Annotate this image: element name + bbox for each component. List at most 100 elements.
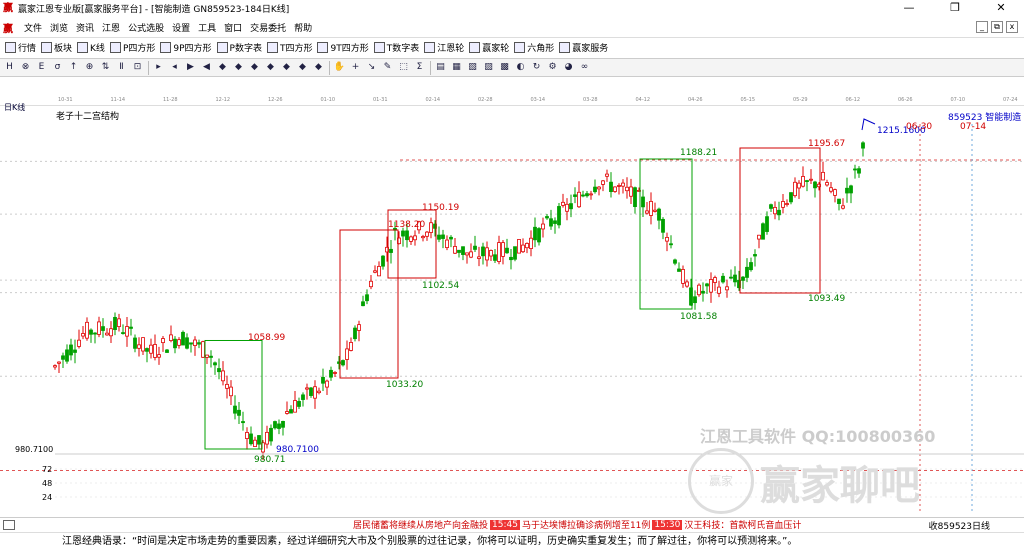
candle-body <box>117 318 121 328</box>
draw-tool-button-22[interactable]: ↘ <box>365 61 378 74</box>
mdi-restore-button[interactable]: ⧉ <box>991 21 1003 33</box>
menu-settings[interactable]: 设置 <box>168 21 194 34</box>
draw-tool-button-4[interactable]: ↑ <box>67 61 80 74</box>
draw-tool-button-18[interactable]: ◆ <box>296 61 309 74</box>
candle-body <box>257 435 261 445</box>
price-annotation: 1102.54 <box>422 281 459 291</box>
price-annotation: 1188.21 <box>680 148 717 158</box>
candle-body <box>145 348 149 352</box>
draw-tool-button-30[interactable]: ▩ <box>498 61 511 74</box>
draw-tool-button-14[interactable]: ◆ <box>232 61 245 74</box>
draw-tool-button-31[interactable]: ◐ <box>514 61 527 74</box>
draw-tool-button-10[interactable]: ◂ <box>168 61 181 74</box>
draw-tool-button-9[interactable]: ▸ <box>152 61 165 74</box>
candle-body <box>533 226 537 241</box>
menu-logo-icon: 赢 <box>3 23 13 35</box>
toolbar-button-label: 9T四方形 <box>330 44 369 54</box>
draw-tool-button-23[interactable]: ✎ <box>381 61 394 74</box>
candle-body <box>89 329 93 335</box>
candle-body <box>557 206 561 226</box>
menu-gann[interactable]: 江恩 <box>98 21 124 34</box>
menu-browse[interactable]: 浏览 <box>46 21 72 34</box>
toolbar-button-12[interactable]: 赢家服务 <box>559 41 608 54</box>
candle-body <box>369 280 373 288</box>
menu-news[interactable]: 资讯 <box>72 21 98 34</box>
date-tick: 02-14 <box>425 97 441 103</box>
toolbar-button-6[interactable]: T四方形 <box>266 41 312 54</box>
news-item-2[interactable]: 马于达埃博拉确诊病例增至11例 <box>522 518 650 531</box>
status-bar: 居民储蓄将继续从房地产向金融投 15:45 马于达埃博拉确诊病例增至11例 15… <box>0 517 1024 532</box>
candle-body <box>861 142 865 149</box>
draw-tool-button-8[interactable]: ⊡ <box>131 61 144 74</box>
candle-body <box>477 256 481 259</box>
draw-tool-button-11[interactable]: ▶ <box>184 61 197 74</box>
toolbar-button-0[interactable]: 行情 <box>5 41 36 54</box>
draw-tool-button-19[interactable]: ◆ <box>312 61 325 74</box>
blocks-icon <box>41 42 53 53</box>
menu-trade[interactable]: 交易委托 <box>246 21 290 34</box>
draw-tool-button-20[interactable]: ✋ <box>333 61 346 74</box>
toolbar-button-4[interactable]: 9P四方形 <box>160 41 212 54</box>
toolbar-button-5[interactable]: P数字表 <box>216 41 262 54</box>
candle-body <box>849 185 853 194</box>
draw-tool-button-24[interactable]: ⬚ <box>397 61 410 74</box>
candle-body <box>381 255 385 267</box>
draw-tool-button-33[interactable]: ⚙ <box>546 61 559 74</box>
menu-help[interactable]: 帮助 <box>290 21 316 34</box>
draw-tool-button-6[interactable]: ⇅ <box>99 61 112 74</box>
candle-body <box>65 349 69 362</box>
draw-tool-button-0[interactable]: H <box>3 61 16 74</box>
draw-tool-button-29[interactable]: ▨ <box>482 61 495 74</box>
draw-tool-button-3[interactable]: σ <box>51 61 64 74</box>
toolbar-button-2[interactable]: K线 <box>77 41 105 54</box>
news-item-1[interactable]: 居民储蓄将继续从房地产向金融投 <box>353 518 488 531</box>
toolbar-button-7[interactable]: 9T四方形 <box>317 41 369 54</box>
draw-tool-button-35[interactable]: ∞ <box>578 61 591 74</box>
mdi-minimize-button[interactable]: _ <box>976 21 988 33</box>
news-item-3[interactable]: 汉王科技：首款柯氏音血压计 <box>684 518 801 531</box>
window-title: 赢家江恩专业版[赢家服务平台] - [智能制造 GN859523-184日K线] <box>18 5 290 15</box>
draw-tool-button-5[interactable]: ⊕ <box>83 61 96 74</box>
draw-tool-button-21[interactable]: + <box>349 61 362 74</box>
mdi-controls: _ ⧉ x <box>976 21 1018 33</box>
toolbar-button-3[interactable]: P四方形 <box>109 41 155 54</box>
status-grid-icon[interactable] <box>3 519 15 530</box>
draw-tool-button-12[interactable]: ◀ <box>200 61 213 74</box>
draw-tool-button-15[interactable]: ◆ <box>248 61 261 74</box>
toolbar-button-8[interactable]: T数字表 <box>373 41 419 54</box>
draw-tool-button-32[interactable]: ↻ <box>530 61 543 74</box>
menu-tools[interactable]: 工具 <box>194 21 220 34</box>
minimize-button[interactable]: — <box>886 0 932 17</box>
toolbar-button-1[interactable]: 板块 <box>41 41 72 54</box>
hexagon-icon <box>514 42 526 53</box>
draw-tool-button-2[interactable]: Ε <box>35 61 48 74</box>
candle-body <box>521 244 525 253</box>
candle-body <box>825 182 829 186</box>
toolbar-button-label: K线 <box>90 44 105 54</box>
draw-tool-button-13[interactable]: ◆ <box>216 61 229 74</box>
draw-tool-button-17[interactable]: ◆ <box>280 61 293 74</box>
draw-tool-button-27[interactable]: ▦ <box>450 61 463 74</box>
candle-body <box>141 337 145 352</box>
mdi-close-button[interactable]: x <box>1006 21 1018 33</box>
draw-tool-button-25[interactable]: Σ <box>413 61 426 74</box>
price-annotation: 1033.20 <box>386 380 423 390</box>
draw-tool-button-16[interactable]: ◆ <box>264 61 277 74</box>
close-button[interactable]: ✕ <box>978 0 1024 17</box>
maximize-button[interactable]: ❐ <box>932 0 978 17</box>
draw-tool-button-28[interactable]: ▧ <box>466 61 479 74</box>
draw-tool-button-34[interactable]: ◕ <box>562 61 575 74</box>
news-ticker[interactable]: 居民储蓄将继续从房地产向金融投 15:45 马于达埃博拉确诊病例增至11例 15… <box>353 518 801 531</box>
date-tick: 07-24 <box>1003 97 1018 103</box>
candle-body <box>113 316 117 331</box>
menu-formula[interactable]: 公式选股 <box>124 21 168 34</box>
draw-tool-button-26[interactable]: ▤ <box>434 61 447 74</box>
menu-window[interactable]: 窗口 <box>220 21 246 34</box>
candle-body <box>457 249 461 253</box>
toolbar-button-11[interactable]: 六角形 <box>514 41 554 54</box>
toolbar-button-9[interactable]: 江恩轮 <box>424 41 464 54</box>
menu-file[interactable]: 文件 <box>20 21 46 34</box>
draw-tool-button-1[interactable]: ⊗ <box>19 61 32 74</box>
draw-tool-button-7[interactable]: Ⅱ <box>115 61 128 74</box>
toolbar-button-10[interactable]: 赢家轮 <box>469 41 509 54</box>
